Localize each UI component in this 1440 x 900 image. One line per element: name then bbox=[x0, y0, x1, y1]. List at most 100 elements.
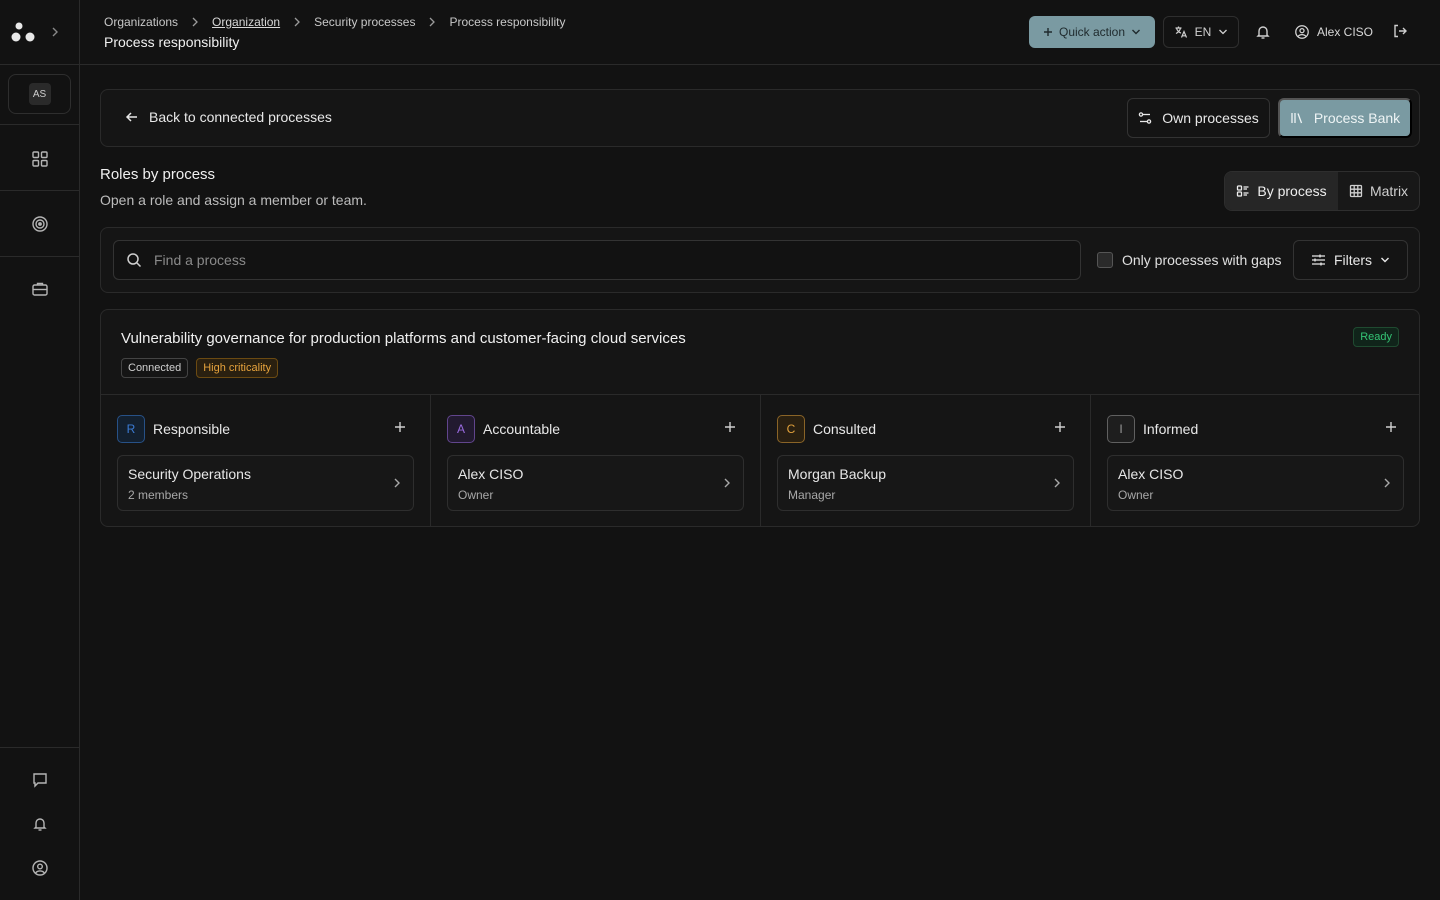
logout-icon[interactable] bbox=[1392, 23, 1408, 39]
view-by-process-label: By process bbox=[1257, 183, 1327, 199]
assignee-detail: Owner bbox=[458, 488, 494, 502]
topbar: Organizations Organization Security proc… bbox=[80, 0, 1440, 65]
user-name: Alex CISO bbox=[1317, 25, 1374, 39]
sidebar-divider bbox=[0, 190, 79, 191]
translate-icon bbox=[1174, 25, 1188, 39]
add-responsible-plus-icon[interactable] bbox=[394, 421, 406, 433]
role-column-responsible: R Responsible Security Operations 2 memb… bbox=[101, 395, 431, 526]
assignee-detail: Manager bbox=[788, 488, 836, 502]
role-header: A Accountable bbox=[447, 415, 560, 443]
role-header: I Informed bbox=[1107, 415, 1198, 443]
role-letter-badge: I bbox=[1107, 415, 1135, 443]
chevron-right-icon bbox=[178, 17, 212, 27]
raci-roles: R Responsible Security Operations 2 memb… bbox=[101, 394, 1419, 526]
back-label: Back to connected processes bbox=[149, 109, 332, 125]
add-consulted-plus-icon[interactable] bbox=[1054, 421, 1066, 433]
grid-icon[interactable] bbox=[31, 150, 49, 168]
sidebar-divider bbox=[0, 124, 79, 125]
add-informed-plus-icon[interactable] bbox=[1385, 421, 1397, 433]
chevron-right-icon bbox=[415, 17, 449, 27]
filter-bar: Only processes with gaps Filters bbox=[100, 227, 1420, 293]
app-logo-icon[interactable] bbox=[10, 20, 40, 44]
language-label: EN bbox=[1194, 25, 1212, 39]
process-toolbar: Back to connected processes Own processe… bbox=[100, 89, 1420, 147]
chevron-down-icon bbox=[1218, 28, 1228, 36]
back-to-connected-processes-link[interactable]: Back to connected processes bbox=[125, 109, 332, 125]
role-name: Informed bbox=[1143, 421, 1199, 437]
bell-icon[interactable] bbox=[31, 815, 49, 833]
role-letter-badge: R bbox=[117, 415, 145, 443]
assignee-card[interactable]: Morgan Backup Manager bbox=[777, 455, 1074, 511]
assignee-card[interactable]: Alex CISO Owner bbox=[1107, 455, 1404, 511]
assignee-card[interactable]: Alex CISO Owner bbox=[447, 455, 744, 511]
role-column-accountable: A Accountable Alex CISO Owner bbox=[431, 395, 761, 526]
chevron-right-icon bbox=[280, 17, 314, 27]
chevron-down-icon bbox=[1380, 256, 1390, 264]
assignee-name: Alex CISO bbox=[1118, 466, 1184, 482]
process-bank-button[interactable]: Process Bank bbox=[1278, 98, 1412, 138]
gaps-only-label: Only processes with gaps bbox=[1122, 252, 1282, 268]
process-search-input[interactable] bbox=[154, 252, 1054, 268]
quick-action-label: Quick action bbox=[1058, 25, 1126, 39]
filters-button[interactable]: Filters bbox=[1293, 240, 1408, 280]
assignee-detail: Owner bbox=[1118, 488, 1154, 502]
assignee-name: Morgan Backup bbox=[788, 466, 887, 482]
user-circle-icon[interactable] bbox=[31, 859, 49, 877]
breadcrumb-security-processes[interactable]: Security processes bbox=[314, 15, 415, 29]
breadcrumb-organizations[interactable]: Organizations bbox=[104, 15, 178, 29]
arrow-left-icon bbox=[125, 110, 139, 124]
target-icon[interactable] bbox=[31, 215, 49, 233]
process-title[interactable]: Vulnerability governance for production … bbox=[121, 330, 686, 347]
page-title: Process responsibility bbox=[104, 34, 240, 50]
user-menu[interactable]: Alex CISO bbox=[1294, 16, 1373, 48]
process-card: Vulnerability governance for production … bbox=[100, 309, 1420, 527]
workspace-avatar[interactable]: AS bbox=[8, 74, 71, 114]
sidebar-divider bbox=[0, 64, 79, 65]
process-bank-label: Process Bank bbox=[1313, 110, 1401, 126]
chevron-right-icon bbox=[1053, 477, 1061, 489]
view-matrix-label: Matrix bbox=[1369, 183, 1409, 199]
role-name: Responsible bbox=[153, 421, 231, 437]
assignee-card[interactable]: Security Operations 2 members bbox=[117, 455, 414, 511]
own-processes-label: Own processes bbox=[1162, 110, 1259, 126]
role-column-informed: I Informed Alex CISO Owner bbox=[1091, 395, 1419, 526]
role-header: R Responsible bbox=[117, 415, 230, 443]
table-grid-icon bbox=[1349, 184, 1363, 198]
process-badges: Connected High criticality bbox=[121, 358, 279, 378]
assignee-detail: 2 members bbox=[128, 488, 189, 502]
breadcrumb-organization[interactable]: Organization bbox=[212, 15, 280, 29]
section-subtitle: Open a role and assign a member or team. bbox=[100, 192, 367, 208]
breadcrumb: Organizations Organization Security proc… bbox=[104, 15, 566, 29]
list-icon bbox=[1236, 184, 1250, 198]
briefcase-icon[interactable] bbox=[31, 280, 49, 298]
expand-sidebar-chevron-icon[interactable] bbox=[50, 26, 60, 38]
library-icon bbox=[1290, 111, 1304, 125]
role-letter-badge: C bbox=[777, 415, 805, 443]
view-toggle: By process Matrix bbox=[1224, 171, 1420, 211]
search-icon bbox=[126, 252, 142, 268]
chevron-right-icon bbox=[1383, 477, 1391, 489]
own-processes-button[interactable]: Own processes bbox=[1127, 98, 1270, 138]
chat-icon[interactable] bbox=[31, 771, 49, 789]
user-circle-icon bbox=[1294, 24, 1310, 40]
plus-icon bbox=[1043, 27, 1053, 37]
gaps-only-checkbox[interactable] bbox=[1097, 252, 1113, 268]
sidebar-divider bbox=[0, 256, 79, 257]
role-name: Consulted bbox=[813, 421, 877, 437]
section-title: Roles by process bbox=[100, 166, 216, 183]
gaps-only-toggle[interactable]: Only processes with gaps bbox=[1097, 252, 1282, 268]
view-by-process-tab[interactable]: By process bbox=[1225, 172, 1338, 210]
view-matrix-tab[interactable]: Matrix bbox=[1338, 172, 1419, 210]
language-select[interactable]: EN bbox=[1163, 16, 1239, 48]
role-header: C Consulted bbox=[777, 415, 876, 443]
connected-badge: Connected bbox=[121, 358, 189, 378]
assignee-name: Security Operations bbox=[128, 466, 251, 482]
quick-action-button[interactable]: Quick action bbox=[1029, 16, 1155, 48]
sliders-icon bbox=[1311, 253, 1326, 267]
assignee-name: Alex CISO bbox=[458, 466, 524, 482]
notifications-bell-icon[interactable] bbox=[1254, 23, 1272, 41]
role-letter-badge: A bbox=[447, 415, 475, 443]
criticality-badge: High criticality bbox=[196, 358, 279, 378]
add-accountable-plus-icon[interactable] bbox=[724, 421, 736, 433]
main-content: Back to connected processes Own processe… bbox=[80, 65, 1440, 900]
